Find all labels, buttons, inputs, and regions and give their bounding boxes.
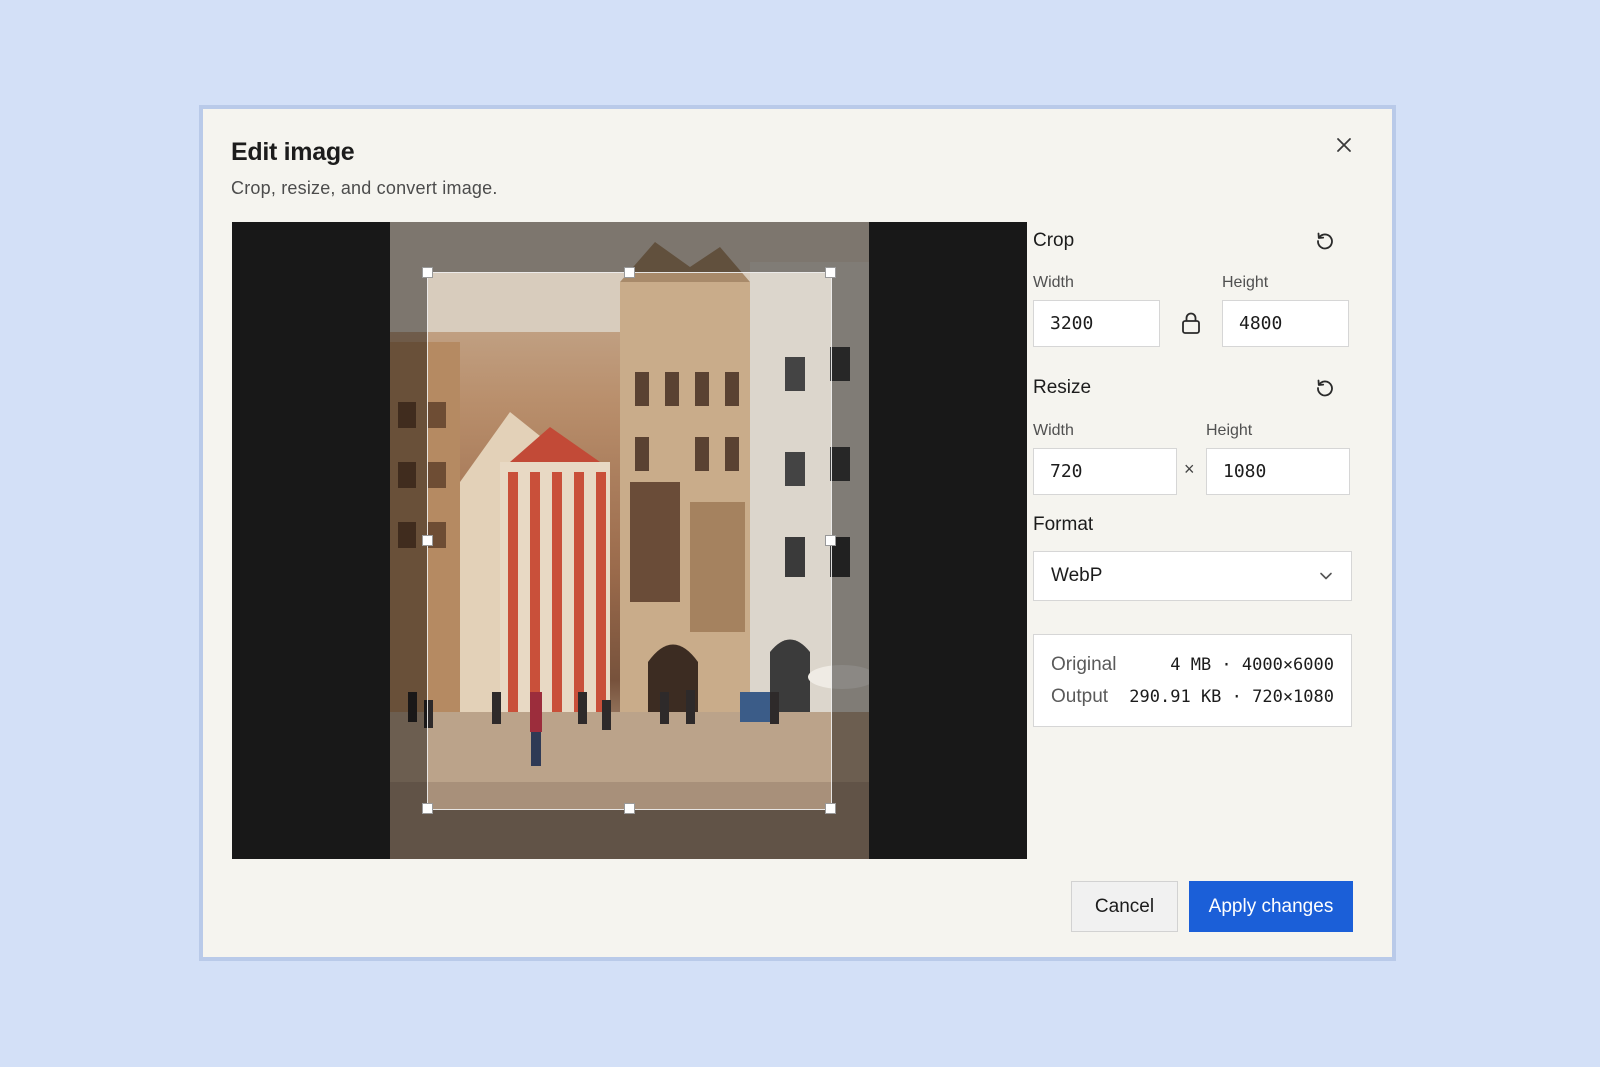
file-info-box: Original 4 MB · 4000×6000 Output 290.91 … xyxy=(1033,634,1352,727)
edit-image-dialog: Edit image Crop, resize, and convert ima… xyxy=(199,105,1396,961)
apply-changes-button[interactable]: Apply changes xyxy=(1189,881,1353,932)
lock-icon xyxy=(1182,312,1200,334)
close-button[interactable] xyxy=(1327,128,1361,162)
crop-width-input[interactable]: 3200 xyxy=(1033,300,1160,347)
resize-width-label: Width xyxy=(1033,422,1074,439)
dialog-title: Edit image xyxy=(231,138,355,166)
resize-reset-button[interactable] xyxy=(1312,375,1338,401)
crop-handle-top-left[interactable] xyxy=(422,267,433,278)
crop-handle-right[interactable] xyxy=(825,535,836,546)
resize-section-label: Resize xyxy=(1033,377,1092,398)
close-icon xyxy=(1337,138,1351,152)
dimension-separator: × xyxy=(1184,459,1195,479)
crop-shade-bottom xyxy=(390,809,869,859)
crop-handle-bottom-right[interactable] xyxy=(825,803,836,814)
crop-handle-bottom[interactable] xyxy=(624,803,635,814)
output-label: Output xyxy=(1051,686,1109,707)
crop-height-label: Height xyxy=(1222,274,1269,291)
crop-shade-top xyxy=(390,222,869,273)
crop-handle-left[interactable] xyxy=(422,535,433,546)
format-section-label: Format xyxy=(1033,514,1094,535)
chevron-down-icon xyxy=(1320,572,1332,580)
dialog-subtitle: Crop, resize, and convert image. xyxy=(231,178,498,198)
resize-width-input[interactable]: 720 xyxy=(1033,448,1177,495)
format-selected-value: WebP xyxy=(1051,565,1103,586)
crop-handle-top-right[interactable] xyxy=(825,267,836,278)
crop-handle-top[interactable] xyxy=(624,267,635,278)
aspect-lock-button[interactable] xyxy=(1178,310,1204,336)
crop-reset-button[interactable] xyxy=(1312,228,1338,254)
crop-section-label: Crop xyxy=(1033,230,1075,251)
crop-selection[interactable] xyxy=(422,267,836,814)
image-preview xyxy=(232,222,1027,859)
resize-height-label: Height xyxy=(1206,422,1253,439)
original-info-row: Original 4 MB · 4000×6000 xyxy=(1051,652,1334,678)
original-value: 4 MB · 4000×6000 xyxy=(1170,655,1334,675)
crop-height-input[interactable]: 4800 xyxy=(1222,300,1349,347)
resize-height-input[interactable]: 1080 xyxy=(1206,448,1350,495)
cancel-button[interactable]: Cancel xyxy=(1071,881,1178,932)
output-info-row: Output 290.91 KB · 720×1080 xyxy=(1051,684,1334,710)
crop-shade-right xyxy=(831,273,869,809)
reset-icon xyxy=(1317,232,1333,250)
crop-handle-bottom-left[interactable] xyxy=(422,803,433,814)
output-value: 290.91 KB · 720×1080 xyxy=(1129,687,1334,707)
reset-icon xyxy=(1317,379,1333,397)
format-select[interactable]: WebP xyxy=(1033,551,1352,601)
original-label: Original xyxy=(1051,654,1117,675)
crop-width-label: Width xyxy=(1033,274,1074,291)
